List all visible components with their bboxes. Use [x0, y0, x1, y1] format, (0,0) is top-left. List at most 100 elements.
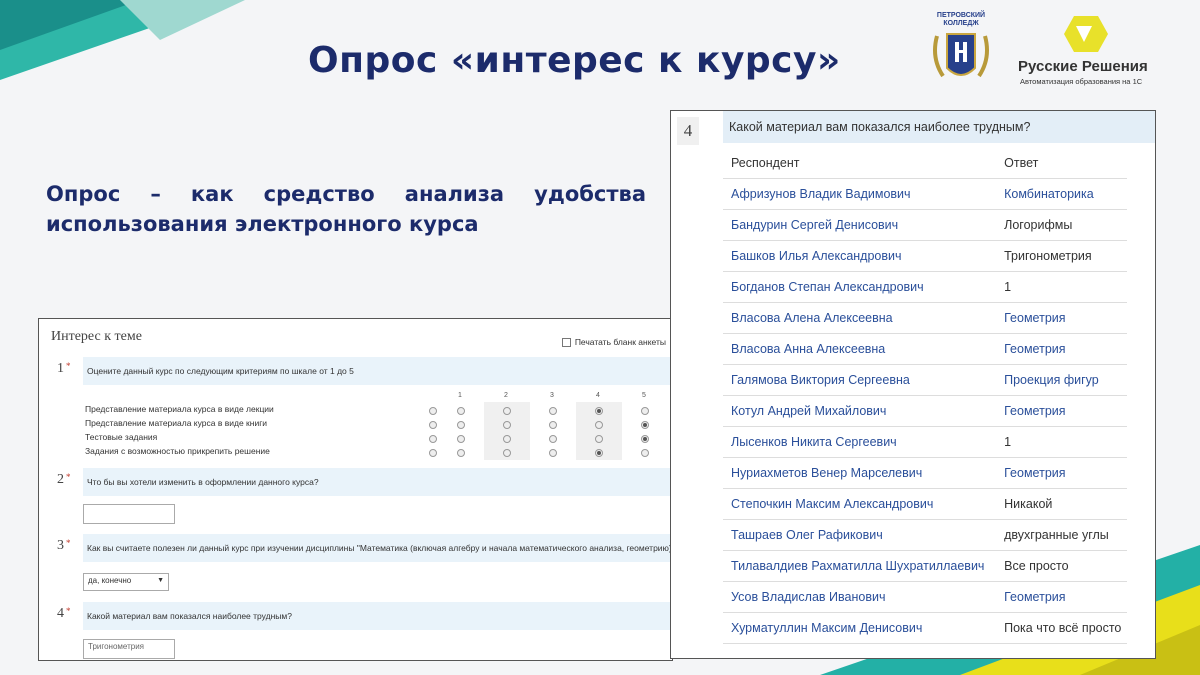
- question-4-input[interactable]: Тригонометрия: [83, 639, 175, 659]
- respondent-name-link[interactable]: Галямова Виктория Сергеевна: [723, 364, 997, 396]
- radio-option[interactable]: [457, 407, 465, 415]
- respondent-name-link[interactable]: Башков Илья Александрович: [723, 240, 997, 272]
- scale-label: 5: [642, 392, 646, 399]
- radio-option[interactable]: [595, 421, 603, 429]
- radio-option[interactable]: [503, 407, 511, 415]
- radio-option-selected[interactable]: [641, 421, 649, 429]
- answer-cell: Никакой: [996, 488, 1127, 520]
- question-2-input[interactable]: [83, 504, 175, 524]
- survey-form-screenshot: Интерес к теме Печатать бланк анкеты 1 * …: [38, 318, 673, 661]
- radio-option[interactable]: [549, 421, 557, 429]
- answer-cell: Геометрия: [996, 302, 1127, 334]
- question-3-select-value: да, конечно: [88, 576, 132, 585]
- table-row: Хурматуллин Максим Денисович Пока что всё…: [723, 612, 1127, 644]
- table-row: Богданов Степан Александрович 1: [723, 271, 1127, 303]
- table-row: Афризунов Владик Вадимович Комбинаторика: [723, 178, 1127, 210]
- criterion-label: Представление материала курса в виде лек…: [85, 404, 274, 414]
- question-number-2: 2 *: [57, 472, 71, 487]
- respondent-name-link[interactable]: Власова Анна Алексеевна: [723, 333, 997, 365]
- responses-table: Респондент Ответ Афризунов Владик Вадимо…: [723, 148, 1127, 644]
- radio-option[interactable]: [549, 449, 557, 457]
- answer-cell: 1: [996, 271, 1127, 303]
- radio-option[interactable]: [641, 449, 649, 457]
- radio-option[interactable]: [429, 449, 437, 457]
- radio-option[interactable]: [429, 407, 437, 415]
- radio-option[interactable]: [457, 449, 465, 457]
- print-form-link[interactable]: Печатать бланк анкеты: [561, 337, 666, 347]
- scale-label: 4: [596, 392, 600, 399]
- brand-hexagon-icon: [1064, 16, 1108, 52]
- radio-option[interactable]: [429, 435, 437, 443]
- respondent-name-link[interactable]: Власова Алена Алексеевна: [723, 302, 997, 334]
- table-row: Усов Владислав Иванович Геометрия: [723, 581, 1127, 613]
- table-row: Тилавалдиев Рахматилла Шухратиллаевич Все…: [723, 550, 1127, 582]
- table-header-row: Респондент Ответ: [723, 148, 1127, 179]
- respondent-name-link[interactable]: Усов Владислав Иванович: [723, 581, 997, 613]
- respondent-name-link[interactable]: Ташраев Олег Рафикович: [723, 519, 997, 551]
- radio-option[interactable]: [503, 421, 511, 429]
- respondent-name-link[interactable]: Нуриахметов Венер Марселевич: [723, 457, 997, 489]
- column-header-respondent: Респондент: [723, 148, 997, 179]
- answer-cell: Геометрия: [996, 395, 1127, 427]
- respondent-name-link[interactable]: Тилавалдиев Рахматилла Шухратиллаевич: [723, 550, 997, 582]
- brand-tagline: Автоматизация образования на 1С: [1020, 77, 1143, 86]
- question-2-text: Что бы вы хотели изменить в оформлении д…: [87, 477, 319, 487]
- answer-cell: Проекция фигур: [996, 364, 1127, 396]
- table-row: Власова Алена Алексеевна Геометрия: [723, 302, 1127, 334]
- college-logo-caption: ПЕТРОВСКИЙ КОЛЛЕДЖ: [925, 12, 997, 28]
- question-number-1: 1 *: [57, 361, 71, 376]
- answer-cell: Геометрия: [996, 581, 1127, 613]
- respondent-name-link[interactable]: Хурматуллин Максим Денисович: [723, 612, 997, 644]
- respondent-name-link[interactable]: Степочкин Максим Александрович: [723, 488, 997, 520]
- question-3-text: Как вы считаете полезен ли данный курс п…: [87, 543, 673, 553]
- responses-question-text: Какой материал вам показался наиболее тр…: [729, 120, 1031, 134]
- scale-label: 1: [458, 392, 462, 399]
- table-row: Ташраев Олег Рафикович двухгранные углы: [723, 519, 1127, 551]
- form-title: Интерес к теме: [51, 329, 142, 344]
- question-4-text: Какой материал вам показался наиболее тр…: [87, 611, 292, 621]
- table-row: Степочкин Максим Александрович Никакой: [723, 488, 1127, 520]
- brand-name: Русские Решения: [1018, 58, 1148, 75]
- answer-cell: 1: [996, 426, 1127, 458]
- radio-option-selected[interactable]: [595, 449, 603, 457]
- radio-option[interactable]: [595, 435, 603, 443]
- printer-icon: [561, 337, 571, 347]
- table-row: Нуриахметов Венер Марселевич Геометрия: [723, 457, 1127, 489]
- table-row: Лысенков Никита Сергеевич 1: [723, 426, 1127, 458]
- scale-label: 3: [550, 392, 554, 399]
- respondent-name-link[interactable]: Богданов Степан Александрович: [723, 271, 997, 303]
- table-row: Башков Илья Александрович Тригонометрия: [723, 240, 1127, 272]
- answer-cell: Тригонометрия: [996, 240, 1127, 272]
- radio-option[interactable]: [549, 435, 557, 443]
- corner-decoration-top-left: [0, 0, 245, 80]
- subtitle-line-1: Опрос – как средство анализа удобства: [46, 182, 646, 206]
- answer-cell: Все просто: [996, 550, 1127, 582]
- radio-option[interactable]: [503, 435, 511, 443]
- column-header-answer: Ответ: [996, 148, 1127, 179]
- answer-cell: Геометрия: [996, 457, 1127, 489]
- radio-option-selected[interactable]: [641, 435, 649, 443]
- slide-subtitle: Опрос – как средство анализа удобства ис…: [46, 179, 646, 239]
- question-number-4: 4 *: [57, 606, 71, 621]
- table-row: Котул Андрей Михайлович Геометрия: [723, 395, 1127, 427]
- table-row: Власова Анна Алексеевна Геометрия: [723, 333, 1127, 365]
- respondent-name-link[interactable]: Афризунов Владик Вадимович: [723, 178, 997, 210]
- answer-cell: Пока что всё просто: [996, 612, 1127, 644]
- radio-option[interactable]: [457, 435, 465, 443]
- question-3-select[interactable]: да, конечно ▼: [83, 573, 169, 591]
- question-1-text: Оцените данный курс по следующим критери…: [87, 366, 354, 376]
- responses-question-number: 4: [677, 117, 699, 145]
- criterion-label: Представление материала курса в виде кни…: [85, 418, 268, 428]
- radio-option[interactable]: [503, 449, 511, 457]
- respondent-name-link[interactable]: Котул Андрей Михайлович: [723, 395, 997, 427]
- print-form-label: Печатать бланк анкеты: [574, 337, 666, 347]
- radio-option-selected[interactable]: [595, 407, 603, 415]
- radio-option[interactable]: [641, 407, 649, 415]
- radio-option[interactable]: [429, 421, 437, 429]
- radio-option[interactable]: [549, 407, 557, 415]
- radio-option[interactable]: [457, 421, 465, 429]
- responses-panel-screenshot: 4 Какой материал вам показался наиболее …: [670, 110, 1156, 659]
- respondent-name-link[interactable]: Лысенков Никита Сергеевич: [723, 426, 997, 458]
- answer-cell: двухгранные углы: [996, 519, 1127, 551]
- respondent-name-link[interactable]: Бандурин Сергей Денисович: [723, 209, 997, 241]
